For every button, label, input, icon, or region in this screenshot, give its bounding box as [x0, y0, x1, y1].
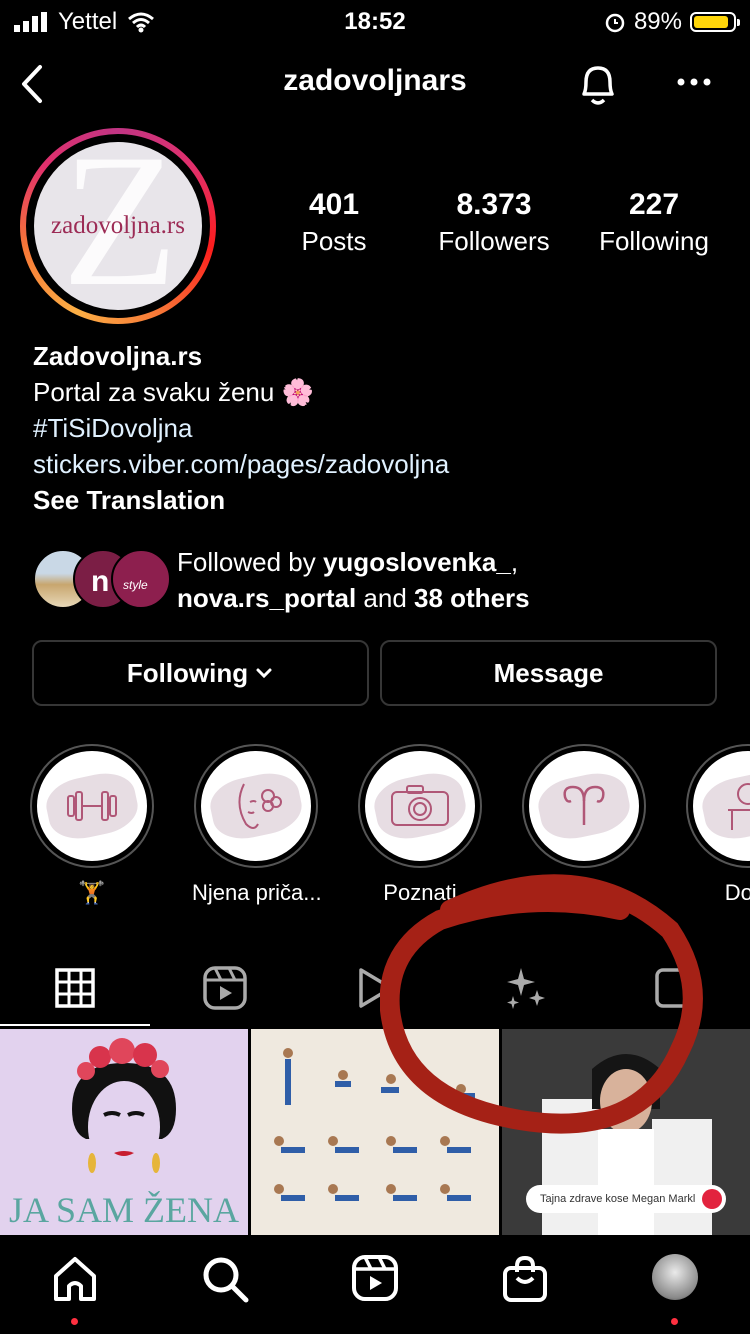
message-button-label: Message [493, 657, 604, 688]
profile-bio: Zadovoljna.rs Portal za svaku ženu 🌸 #Ti… [33, 338, 449, 518]
nav-search[interactable] [150, 1254, 300, 1314]
bio-link[interactable]: stickers.viber.com/pages/zadovoljna [33, 446, 449, 482]
followed-others[interactable]: 38 others [414, 583, 530, 613]
aries-icon [563, 785, 605, 825]
profile-name: Zadovoljna.rs [33, 341, 203, 371]
notification-dot [671, 1318, 678, 1325]
highlight-item[interactable]: 🏋️ [28, 744, 156, 906]
followed-prefix: Followed by [177, 547, 323, 577]
notification-dot [71, 1318, 78, 1325]
post-thumbnail[interactable]: JA SAM ŽENA [0, 1029, 248, 1235]
shop-icon [503, 1255, 547, 1302]
highlight-item[interactable]: Njena priča... [192, 744, 320, 906]
nav-shop[interactable] [450, 1254, 600, 1314]
status-right: 89% [604, 8, 740, 36]
profile-avatar [652, 1254, 698, 1300]
reels-icon [203, 966, 247, 1010]
battery-icon [690, 12, 740, 32]
highlight-label: Njena priča... [192, 880, 320, 905]
stat-followers[interactable]: 8.373 Followers [419, 188, 569, 257]
dumbbell-icon [67, 791, 117, 821]
stat-value: 401 [308, 188, 360, 221]
search-icon [203, 1257, 249, 1303]
camera-icon [391, 785, 449, 826]
nav-home[interactable] [0, 1254, 150, 1314]
avatar-logo-text: zadovoljna.rs [51, 212, 185, 239]
svg-text:n: n [91, 565, 109, 598]
following-button-label: Following [126, 657, 249, 688]
vanity-icon [728, 783, 750, 830]
followed-by[interactable]: n style Followed by yugoslovenka_, nova.… [33, 544, 733, 614]
followed-and: and [356, 583, 414, 613]
stat-value: 227 [628, 188, 680, 221]
svg-text:style: style [123, 578, 148, 592]
face-flower-icon [238, 783, 282, 829]
reels-icon [352, 1255, 398, 1301]
highlight-label: 🏋️ [78, 880, 106, 905]
home-icon [54, 1257, 96, 1301]
bell-icon[interactable] [576, 60, 620, 108]
post-caption: Tajna zdrave kose Megan Markl [526, 1185, 726, 1213]
frida-illustration [72, 1038, 176, 1173]
post-caption-text: Tajna zdrave kose Megan Markl [540, 1193, 696, 1205]
stat-label: Followers [438, 226, 550, 256]
active-tab-indicator [0, 1024, 150, 1026]
tab-grid[interactable] [0, 950, 150, 1026]
bottom-navigation [0, 1236, 750, 1334]
chevron-down-icon [256, 668, 272, 679]
bio-hashtag[interactable]: #TiSiDovoljna [33, 410, 449, 446]
stat-value: 8.373 [456, 188, 532, 221]
message-button[interactable]: Message [380, 640, 717, 706]
annotation-circle [380, 874, 703, 1134]
more-options-icon[interactable] [676, 76, 712, 88]
stat-posts[interactable]: 401 Posts [259, 188, 409, 257]
followed-comma: , [510, 547, 519, 577]
stat-label: Following [599, 226, 709, 256]
grid-icon [55, 968, 95, 1008]
profile-avatar: Z zadovoljna.rs [34, 142, 202, 310]
followed-user-1[interactable]: yugoslovenka_ [323, 547, 511, 577]
post-caption: JA SAM ŽENA [8, 1190, 240, 1230]
nav-profile[interactable] [600, 1254, 750, 1314]
profile-username: zadovoljnars [283, 64, 467, 97]
bio-line: Portal za svaku ženu 🌸 [33, 377, 314, 407]
stat-label: Posts [301, 226, 367, 256]
followed-user-2[interactable]: nova.rs_portal [177, 583, 356, 613]
alarm-icon [605, 13, 625, 33]
stat-following[interactable]: 227 Following [579, 188, 729, 257]
follower-avatar: style [111, 549, 171, 609]
nav-reels[interactable] [300, 1254, 450, 1314]
see-translation-link[interactable]: See Translation [33, 482, 449, 518]
followed-by-text: Followed by yugoslovenka_, nova.rs_porta… [177, 544, 530, 616]
following-button[interactable]: Following [32, 640, 369, 706]
status-bar: Yettel 18:52 89% [0, 0, 750, 42]
search-badge-icon [702, 1189, 722, 1209]
tab-reels[interactable] [150, 950, 300, 1026]
profile-avatar-ring[interactable]: Z zadovoljna.rs [20, 128, 216, 324]
battery-percent: 89% [633, 8, 682, 35]
